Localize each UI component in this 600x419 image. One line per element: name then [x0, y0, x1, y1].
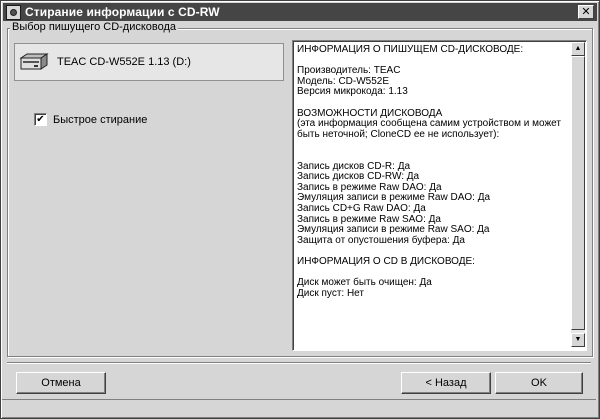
- quick-erase-checkbox[interactable]: ✔: [34, 113, 47, 126]
- footer-separator: [7, 362, 591, 364]
- info-scrollbar[interactable]: ▲ ▼: [571, 42, 585, 347]
- ok-button[interactable]: OK: [495, 372, 583, 394]
- status-bar: [2, 399, 596, 416]
- info-line: ИНФОРМАЦИЯ О CD В ДИСКОВОДЕ:: [297, 255, 475, 267]
- info-line: Защита от опустошения буфера: Да: [297, 234, 465, 246]
- back-button[interactable]: < Назад: [401, 372, 491, 394]
- drive-info-text: ИНФОРМАЦИЯ О ПИШУЩЕМ CD-ДИСКОВОДЕ: Произв…: [297, 44, 569, 299]
- info-line: [297, 140, 569, 151]
- drive-info-panel[interactable]: ИНФОРМАЦИЯ О ПИШУЩЕМ CD-ДИСКОВОДЕ: Произв…: [292, 40, 587, 351]
- quick-erase-label: Быстрое стирание: [53, 113, 148, 126]
- info-line: Диск пуст: Нет: [297, 287, 364, 299]
- close-icon[interactable]: ✕: [578, 5, 594, 19]
- info-line: быть неточной; CloneCD ее не использует)…: [297, 128, 500, 140]
- info-line: [297, 151, 569, 162]
- info-line: [297, 98, 569, 109]
- writer-group-legend: Выбор пишущего CD-дисковода: [10, 21, 179, 33]
- cd-drive-icon: [19, 53, 49, 70]
- cd-app-icon: [6, 4, 21, 20]
- window-title: Стирание информации с CD-RW: [25, 5, 220, 19]
- scroll-up-icon[interactable]: ▲: [571, 42, 585, 56]
- scroll-thumb[interactable]: [571, 56, 585, 330]
- info-line: ИНФОРМАЦИЯ О ПИШУЩЕМ CD-ДИСКОВОДЕ:: [297, 44, 524, 55]
- quick-erase-option[interactable]: ✔ Быстрое стирание: [34, 113, 147, 126]
- drive-list-item[interactable]: TEAC CD-W552E 1.13 (D:): [14, 43, 284, 81]
- scroll-down-icon[interactable]: ▼: [571, 333, 585, 347]
- title-bar[interactable]: Стирание информации с CD-RW ✕: [3, 3, 597, 21]
- info-line: Запись CD+G Raw DAO: Да: [297, 202, 426, 214]
- cancel-button[interactable]: Отмена: [16, 372, 106, 394]
- info-line: Версия микрокода: 1.13: [297, 86, 408, 98]
- drive-label: TEAC CD-W552E 1.13 (D:): [57, 56, 191, 68]
